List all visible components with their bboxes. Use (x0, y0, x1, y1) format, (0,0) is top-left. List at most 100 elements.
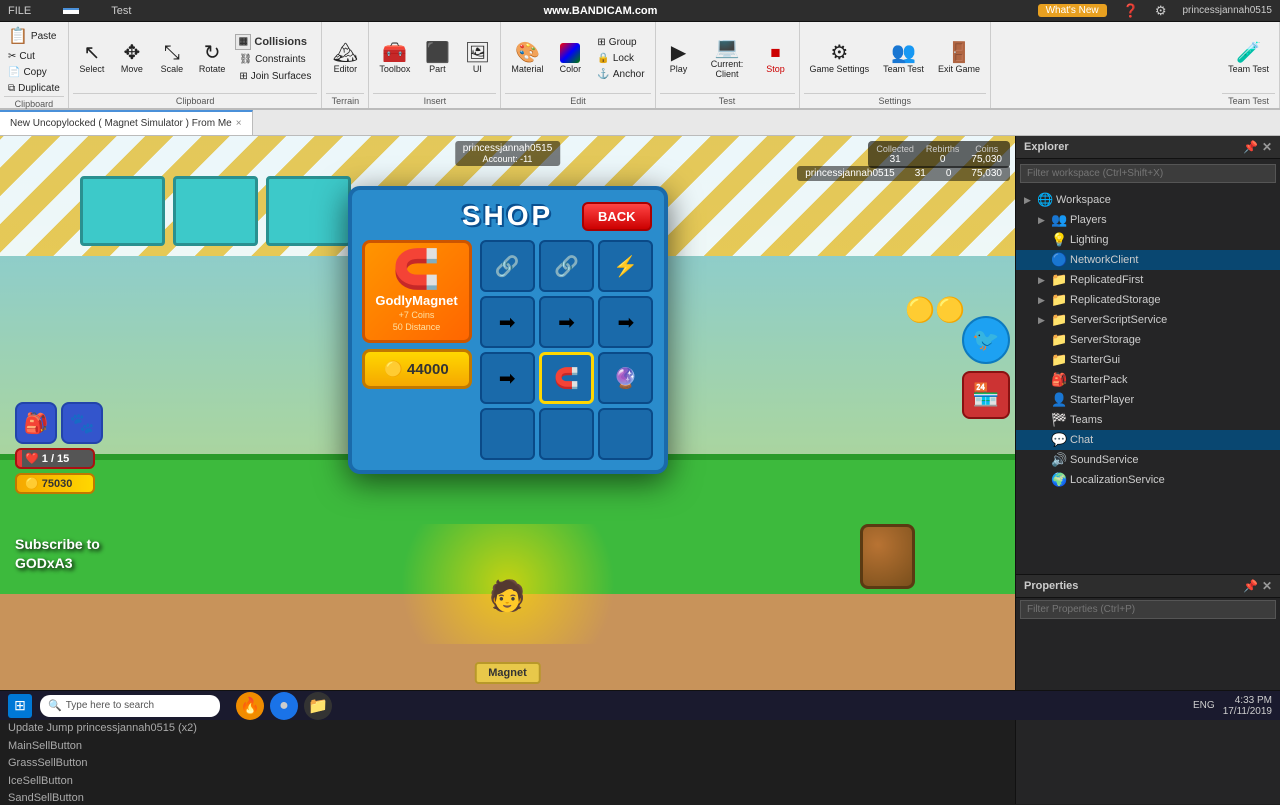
shop-item-9[interactable]: 🔮 (598, 352, 653, 404)
tree-label: ReplicatedStorage (1070, 294, 1161, 306)
coins-area: 🟡🟡 (905, 296, 965, 325)
edit-tools: 🎨 Material Color ⊞ Group 🔒 Lock ⚓ Anchor (505, 24, 650, 93)
taskbar-search[interactable]: 🔍 Type here to search (40, 695, 220, 717)
tree-label: NetworkClient (1070, 254, 1138, 266)
tree-item-networkclient[interactable]: 🔵 NetworkClient (1016, 250, 1280, 270)
tree-item-lighting[interactable]: 💡 Lighting (1016, 230, 1280, 250)
tab-test[interactable]: Test (111, 5, 131, 17)
menu-file[interactable]: FILE (8, 5, 31, 17)
copy-btn[interactable]: 📄 Copy (4, 65, 64, 80)
shop-item-12[interactable] (598, 408, 653, 460)
tree-item-chat[interactable]: 💬 Chat (1016, 430, 1280, 450)
toolbox-btn[interactable]: 🧰 Toolbox (373, 40, 416, 77)
shop-item-2[interactable]: 🔗 (539, 240, 594, 292)
shop-hud-btn[interactable]: 🏪 (962, 371, 1010, 419)
properties-title: Properties (1024, 580, 1078, 592)
shop-item-7[interactable]: ➡ (480, 352, 535, 404)
twitter-btn[interactable]: 🐦 (962, 316, 1010, 364)
cut-btn[interactable]: ✂ Cut (4, 49, 64, 64)
tree-item-serverstorage[interactable]: 📁 ServerStorage (1016, 330, 1280, 350)
properties-close-btn[interactable]: ✕ (1262, 579, 1272, 593)
group-area: ⊞ Group 🔒 Lock ⚓ Anchor (591, 31, 650, 86)
shop-item-1[interactable]: 🔗 (480, 240, 535, 292)
taskbar-browser[interactable]: 🔥 (236, 692, 264, 720)
game-settings-btn[interactable]: ⚙ Game Settings (804, 40, 876, 77)
taskbar-app-3[interactable]: 📁 (304, 692, 332, 720)
paste-btn[interactable]: 📋 Paste (4, 24, 64, 48)
properties-header: Properties 📌 ✕ (1016, 575, 1280, 598)
duplicate-btn[interactable]: ⧉ Duplicate (4, 81, 64, 96)
join-surfaces-btn[interactable]: ⊞ Join Surfaces (235, 69, 315, 84)
select-btn[interactable]: ↖ Select (73, 40, 111, 77)
tab-home[interactable] (63, 8, 79, 14)
explorer-header: Explorer 📌 ✕ (1016, 136, 1280, 159)
play-btn[interactable]: ▶ Play (660, 40, 698, 77)
buy-button[interactable]: 🟡 44000 (362, 349, 472, 389)
tree-item-workspace[interactable]: ▶ 🌐 Workspace (1016, 190, 1280, 210)
constraints-btn[interactable]: ⛓ Constraints (235, 52, 315, 67)
group-btn[interactable]: ⊞ Group (593, 35, 648, 50)
stop-btn[interactable]: ⏹ Stop (757, 40, 795, 77)
shop-item-5[interactable]: ➡ (539, 296, 594, 348)
move-btn[interactable]: ✥ Move (113, 40, 151, 77)
rotate-btn[interactable]: ↻ Rotate (193, 40, 232, 77)
pet-btn[interactable]: 🐾 (61, 402, 103, 444)
whats-new-btn[interactable]: What's New (1038, 4, 1107, 17)
current-client-btn[interactable]: 💻 Current: Client (700, 35, 755, 82)
tree-item-players[interactable]: ▶ 👥 Players (1016, 210, 1280, 230)
shop-item-3[interactable]: ⚡ (598, 240, 653, 292)
terrain-tools: 🏔 Editor (326, 24, 364, 93)
selected-item-name: GodlyMagnet (373, 293, 461, 308)
start-btn[interactable]: ⊞ (8, 694, 32, 718)
editor-btn[interactable]: 🏔 Editor (326, 40, 364, 77)
properties-search[interactable] (1020, 600, 1276, 619)
explorer-close-btn[interactable]: ✕ (1262, 140, 1272, 154)
shop-item-8[interactable]: 🧲 (539, 352, 594, 404)
tree-item-starterpack[interactable]: 🎒 StarterPack (1016, 370, 1280, 390)
settings-icon[interactable]: ⚙ (1155, 3, 1167, 19)
explorer-pin-btn[interactable]: 📌 (1243, 140, 1258, 154)
tree-item-starterplayer[interactable]: 👤 StarterPlayer (1016, 390, 1280, 410)
backpack-btn[interactable]: 🎒 (15, 402, 57, 444)
shop-item-4[interactable]: ➡ (480, 296, 535, 348)
team-test-main-btn[interactable]: 🧪 Team Test (1222, 40, 1275, 77)
part-btn[interactable]: ⬛ Part (418, 40, 456, 77)
properties-pin-btn[interactable]: 📌 (1243, 579, 1258, 593)
scale-btn[interactable]: ⤡ Scale (153, 40, 191, 77)
shop-modal: SHOP BACK 🧲 GodlyMagnet +7 Coins 50 Dist… (348, 186, 668, 474)
shop-left-panel: 🧲 GodlyMagnet +7 Coins 50 Distance 🟡 440… (362, 240, 472, 460)
taskbar-app-2[interactable]: ● (270, 692, 298, 720)
anchor-btn[interactable]: ⚓ Anchor (593, 67, 648, 82)
ribbon: 📋 Paste ✂ Cut 📄 Copy ⧉ Duplicate Clipboa… (0, 22, 1280, 110)
viewport[interactable]: 🟡🟡 🧑 Subscribe to GODxA3 Magnet princess… (0, 136, 1015, 694)
color-btn[interactable]: Color (551, 40, 589, 77)
explorer-search[interactable] (1020, 164, 1276, 183)
shop-item-10[interactable] (480, 408, 535, 460)
tree-item-teams[interactable]: 🏁 Teams (1016, 410, 1280, 430)
doc-tab-close[interactable]: × (236, 118, 242, 129)
team-test-btn[interactable]: 👥 Team Test (877, 40, 930, 77)
ui-btn[interactable]: 🖼 UI (458, 40, 496, 77)
output-line: GrassSellButton (8, 755, 1007, 773)
tree-item-replicatedstorage[interactable]: ▶ 📁 ReplicatedStorage (1016, 290, 1280, 310)
tree-icon: 📁 (1051, 332, 1067, 348)
tree-item-replicatedfirst[interactable]: ▶ 📁 ReplicatedFirst (1016, 270, 1280, 290)
help-icon[interactable]: ❓ (1123, 3, 1139, 19)
tree-item-startergui[interactable]: 📁 StarterGui (1016, 350, 1280, 370)
tools-section: ↖ Select ✥ Move ⤡ Scale ↻ Rotate ▦ Colli… (69, 22, 323, 108)
tree-icon: 🏁 (1051, 412, 1067, 428)
rebirths-stat: Rebirths 0 (926, 144, 960, 165)
tree-item-soundservice[interactable]: 🔊 SoundService (1016, 450, 1280, 470)
doc-tab-main[interactable]: New Uncopylocked ( Magnet Simulator ) Fr… (0, 110, 253, 135)
tree-item-localizationservice[interactable]: 🌍 LocalizationService (1016, 470, 1280, 490)
exit-game-btn[interactable]: 🚪 Exit Game (932, 40, 986, 77)
back-button[interactable]: BACK (582, 202, 652, 231)
tree-arrow: ▶ (1038, 315, 1048, 326)
tree-item-serverscriptservice[interactable]: ▶ 📁 ServerScriptService (1016, 310, 1280, 330)
shop-item-6[interactable]: ➡ (598, 296, 653, 348)
lock-btn[interactable]: 🔒 Lock (593, 51, 648, 66)
shop-item-11[interactable] (539, 408, 594, 460)
collisions-row[interactable]: ▦ Collisions (235, 34, 315, 50)
output-line: SandSellButton (8, 790, 1007, 805)
material-btn[interactable]: 🎨 Material (505, 40, 549, 77)
